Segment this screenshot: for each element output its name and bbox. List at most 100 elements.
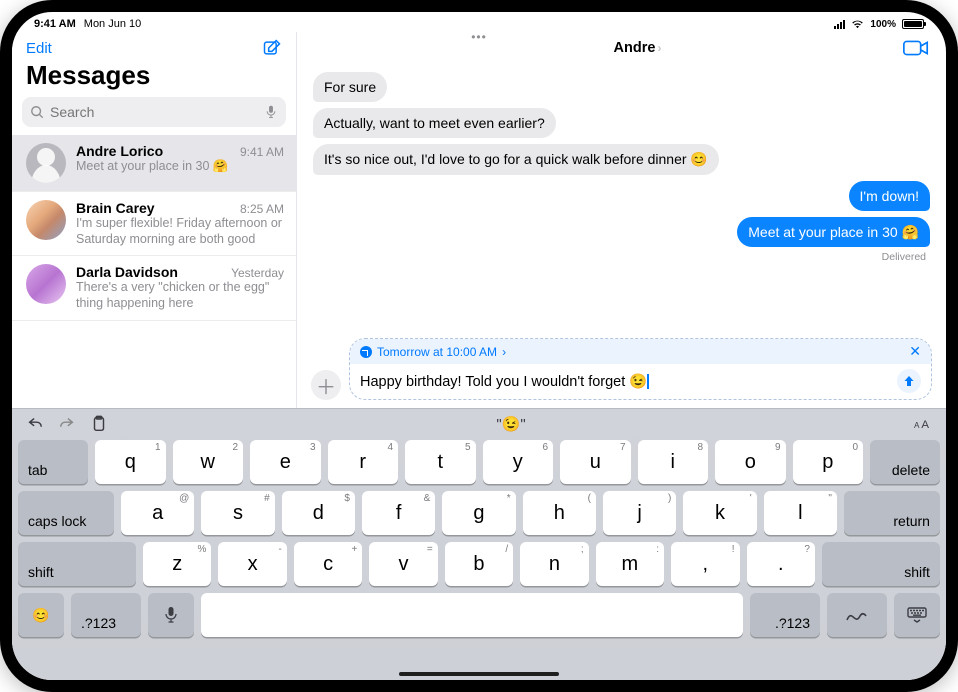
compose-input[interactable]: Happy birthday! Told you I wouldn't forg…	[360, 373, 891, 390]
key-return[interactable]: return	[844, 491, 940, 535]
dictation-key[interactable]	[148, 593, 194, 637]
chat-pane: Andre › For sure Actually, want to meet e…	[297, 32, 946, 408]
text-format-icon[interactable]: AA	[914, 415, 932, 433]
conversation-item[interactable]: Darla Davidson YesterdayThere's a very "c…	[12, 256, 296, 320]
status-bar: 9:41 AM Mon Jun 10 100%	[12, 12, 946, 32]
battery-icon	[902, 19, 924, 29]
send-later-banner[interactable]: Tomorrow at 10:00 AM › ✕	[350, 339, 931, 364]
incoming-message-bubble[interactable]: It's so nice out, I'd love to go for a q…	[313, 144, 719, 174]
key-p[interactable]: 0p	[793, 440, 864, 484]
key-.?123[interactable]: .?123	[71, 593, 141, 637]
key-delete[interactable]: delete	[870, 440, 940, 484]
search-icon	[30, 105, 44, 119]
clock-icon	[360, 346, 372, 358]
conversation-time: 8:25 AM	[240, 202, 284, 216]
key-q[interactable]: 1q	[95, 440, 166, 484]
key-y[interactable]: 6y	[483, 440, 554, 484]
chat-title[interactable]: Andre ›	[614, 40, 662, 56]
send-button[interactable]	[897, 369, 921, 393]
key-,[interactable]: !,	[671, 542, 739, 586]
incoming-message-bubble[interactable]: For sure	[313, 72, 387, 102]
key-l[interactable]: "l	[764, 491, 837, 535]
key-shift[interactable]: shift	[822, 542, 940, 586]
send-later-close-icon[interactable]: ✕	[909, 343, 921, 360]
status-time: 9:41 AM	[34, 18, 76, 30]
conversation-name: Andre Lorico	[76, 143, 163, 159]
incoming-message-bubble[interactable]: Actually, want to meet even earlier?	[313, 108, 556, 138]
conversation-time: Yesterday	[231, 266, 284, 280]
key-j[interactable]: )j	[603, 491, 676, 535]
chevron-right-icon: ›	[502, 345, 506, 359]
key-.?123[interactable]: .?123	[750, 593, 820, 637]
conversation-item[interactable]: Andre Lorico 9:41 AMMeet at your place in…	[12, 135, 296, 192]
key-shift[interactable]: shift	[18, 542, 136, 586]
dictate-icon[interactable]	[264, 105, 278, 119]
facetime-icon[interactable]	[902, 38, 930, 58]
conversation-sidebar: Edit Messages Andre Lorico 9:41 AMMeet at…	[12, 32, 297, 408]
key-m[interactable]: :m	[596, 542, 664, 586]
conversation-preview: There's a very "chicken or the egg" thin…	[76, 280, 284, 311]
key-.[interactable]: ?.	[747, 542, 815, 586]
avatar	[26, 264, 66, 304]
dismiss-keyboard-key[interactable]	[894, 593, 940, 637]
svg-text:A: A	[921, 419, 929, 431]
wifi-icon	[851, 20, 864, 29]
key-e[interactable]: 3e	[250, 440, 321, 484]
key-z[interactable]: %z	[143, 542, 211, 586]
compose-box[interactable]: Tomorrow at 10:00 AM › ✕ Happy birthday!…	[349, 338, 932, 400]
attach-plus-button[interactable]: ＋	[311, 370, 341, 400]
status-date: Mon Jun 10	[84, 18, 141, 30]
conversation-name: Brain Carey	[76, 200, 155, 216]
svg-text:A: A	[914, 421, 920, 430]
conversation-preview: I'm super flexible! Friday afternoon or …	[76, 216, 284, 247]
outgoing-message-bubble[interactable]: Meet at your place in 30 🤗	[737, 217, 930, 247]
key-a[interactable]: @a	[121, 491, 194, 535]
cellular-signal-icon	[834, 20, 845, 29]
key-b[interactable]: /b	[445, 542, 513, 586]
keyboard-suggestion[interactable]: "😉"	[496, 415, 525, 433]
avatar	[26, 200, 66, 240]
conversation-time: 9:41 AM	[240, 145, 284, 159]
space-key[interactable]	[201, 593, 743, 637]
search-input[interactable]	[50, 104, 258, 120]
key-i[interactable]: 8i	[638, 440, 709, 484]
paste-icon[interactable]	[90, 415, 108, 433]
key-u[interactable]: 7u	[560, 440, 631, 484]
key-capslock[interactable]: caps lock	[18, 491, 114, 535]
handwriting-key[interactable]	[827, 593, 887, 637]
conversation-preview: Meet at your place in 30 🤗	[76, 159, 284, 175]
key-h[interactable]: (h	[523, 491, 596, 535]
sidebar-title: Messages	[12, 60, 296, 97]
chevron-right-icon: ›	[657, 41, 661, 55]
key-o[interactable]: 9o	[715, 440, 786, 484]
redo-icon[interactable]	[58, 415, 76, 433]
search-bar[interactable]	[22, 97, 286, 127]
key-r[interactable]: 4r	[328, 440, 399, 484]
key-d[interactable]: $d	[282, 491, 355, 535]
key-f[interactable]: &f	[362, 491, 435, 535]
conversation-item[interactable]: Brain Carey 8:25 AMI'm super flexible! Fr…	[12, 192, 296, 256]
key-c[interactable]: +c	[294, 542, 362, 586]
compose-icon[interactable]	[262, 38, 282, 58]
on-screen-keyboard[interactable]: "😉" AA tab1q2w3e4r5t6y7u8i9o0pdelete caps…	[12, 408, 946, 680]
key-t[interactable]: 5t	[405, 440, 476, 484]
battery-percent: 100%	[870, 19, 896, 30]
emoji-key[interactable]: 😊	[18, 593, 64, 637]
multitask-dots-icon[interactable]: •••	[471, 30, 487, 44]
undo-icon[interactable]	[26, 415, 44, 433]
avatar	[26, 143, 66, 183]
outgoing-message-bubble[interactable]: I'm down!	[849, 181, 930, 211]
key-n[interactable]: ;n	[520, 542, 588, 586]
key-tab[interactable]: tab	[18, 440, 88, 484]
delivered-label: Delivered	[313, 251, 930, 263]
key-v[interactable]: =v	[369, 542, 437, 586]
home-indicator[interactable]	[399, 672, 559, 676]
key-w[interactable]: 2w	[173, 440, 244, 484]
edit-button[interactable]: Edit	[26, 40, 52, 57]
key-k[interactable]: 'k	[683, 491, 756, 535]
conversation-name: Darla Davidson	[76, 264, 178, 280]
key-x[interactable]: -x	[218, 542, 286, 586]
send-later-label: Tomorrow at 10:00 AM	[377, 345, 497, 359]
key-s[interactable]: #s	[201, 491, 274, 535]
key-g[interactable]: *g	[442, 491, 515, 535]
